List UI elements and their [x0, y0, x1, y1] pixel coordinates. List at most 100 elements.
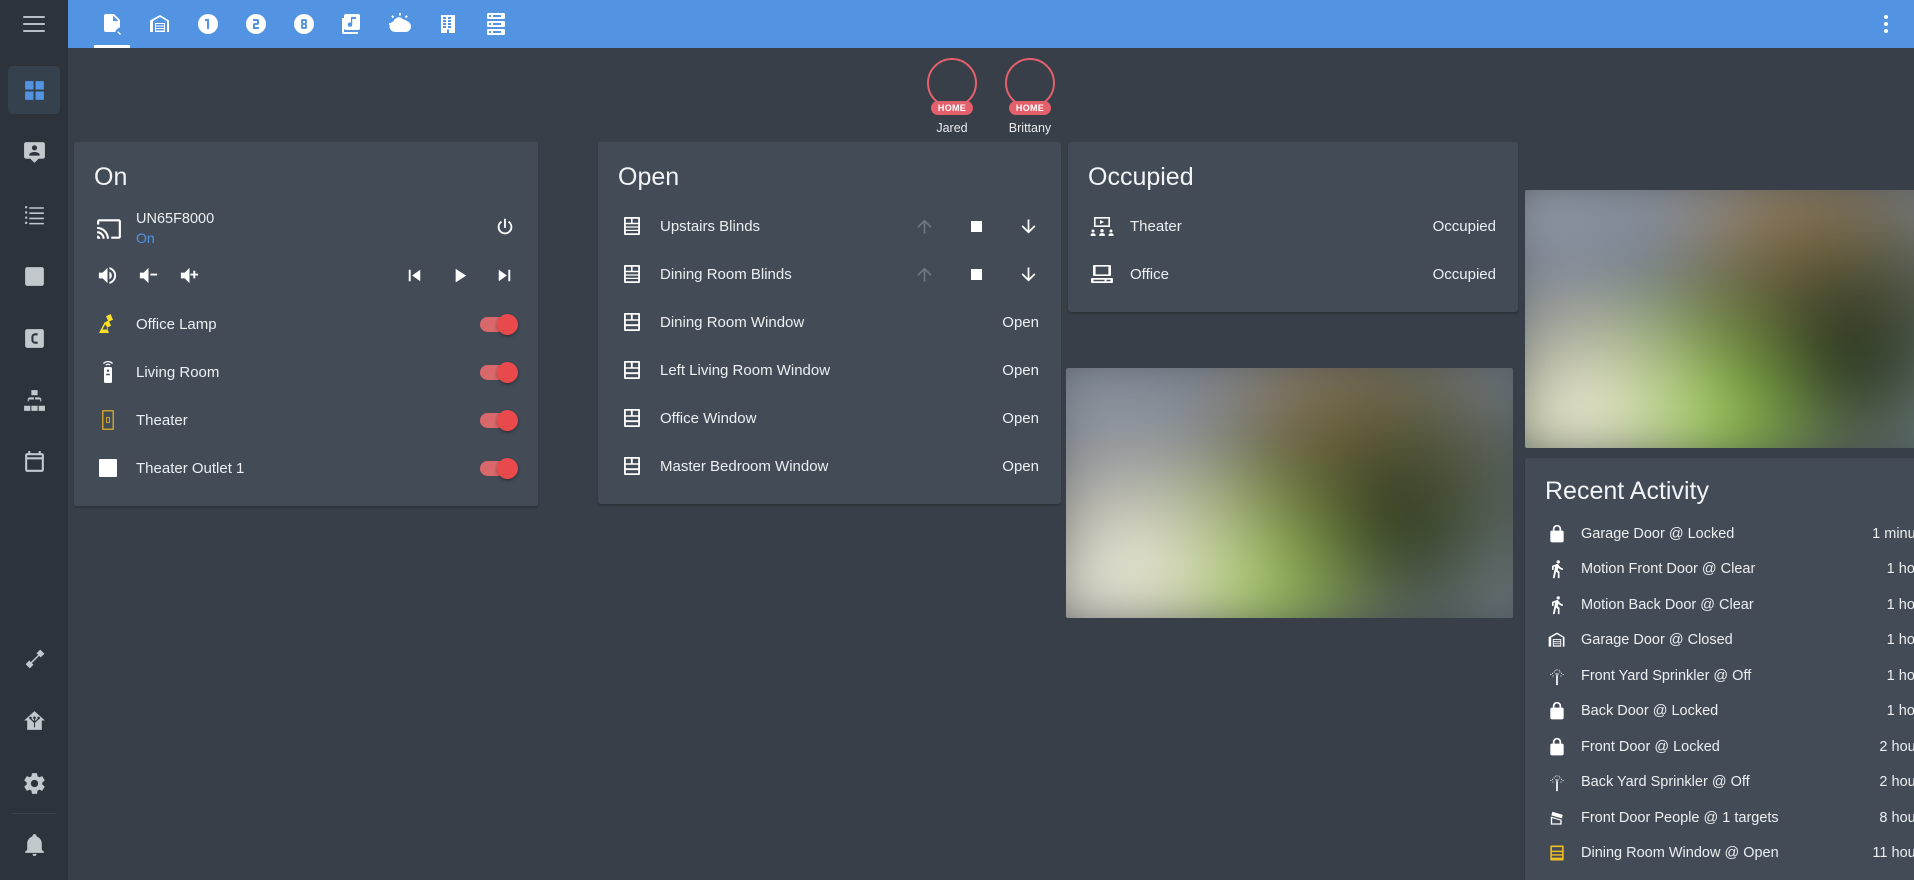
cover-row[interactable]: Upstairs Blinds [598, 202, 1061, 250]
cover-stop-button[interactable] [965, 268, 987, 280]
next-track-button[interactable] [493, 264, 516, 287]
play-button[interactable] [448, 264, 471, 287]
tab-eight[interactable] [280, 0, 328, 48]
volume-up-button[interactable] [178, 264, 201, 287]
list-item[interactable]: Front Yard Sprinkler @ Off 1 hour ago [1525, 658, 1914, 694]
activity-time: 1 hour ago [1886, 596, 1914, 613]
sidebar-item-notifications[interactable] [8, 820, 60, 868]
list-item[interactable]: Back Yard Sprinkler @ Off 2 hours ago [1525, 765, 1914, 801]
remote-control-icon [96, 360, 136, 384]
entity-row[interactable]: Theater Occupied [1068, 202, 1518, 250]
lock-icon [1547, 701, 1581, 721]
tab-weather[interactable] [376, 0, 424, 48]
cover-up-button[interactable] [913, 216, 935, 237]
entity-toggle[interactable] [480, 409, 518, 431]
sidebar-item-calendar[interactable] [8, 438, 60, 486]
hamburger-menu-icon[interactable] [23, 16, 45, 32]
home-assistant-app: HOME Jared HOME Brittany On UN65F8000 On… [0, 0, 1914, 880]
activity-name: Motion Back Door @ Clear [1581, 596, 1754, 613]
list-item[interactable]: Motion Front Door @ Clear 1 hour ago [1525, 552, 1914, 588]
cover-stop-button[interactable] [965, 220, 987, 232]
entity-toggle[interactable] [480, 313, 518, 335]
window-row[interactable]: Dining Room Window Open [598, 298, 1061, 346]
window-row[interactable]: Office Window Open [598, 394, 1061, 442]
power-icon[interactable] [494, 216, 516, 243]
list-item[interactable]: Front Door People @ 1 targets 8 hours ag… [1525, 800, 1914, 836]
cast-icon [96, 216, 136, 242]
activity-name: Front Door @ Locked [1581, 738, 1720, 755]
entity-toggle[interactable] [480, 457, 518, 479]
entity-state: Occupied [1432, 217, 1496, 235]
page-title: Occupied [1088, 163, 1194, 191]
cover-down-button[interactable] [1017, 216, 1039, 237]
activity-time: 1 minute ago [1872, 525, 1914, 542]
cover-down-button[interactable] [1017, 264, 1039, 285]
overflow-menu-button[interactable] [1858, 0, 1914, 48]
entity-row[interactable]: Theater Outlet 1 [74, 444, 538, 492]
entity-row[interactable]: Office Occupied [1068, 250, 1518, 298]
previous-track-button[interactable] [403, 264, 426, 287]
sidebar [0, 48, 68, 880]
cover-row[interactable]: Dining Room Blinds [598, 250, 1061, 298]
entity-toggle[interactable] [480, 361, 518, 383]
list-item[interactable]: Garage Door @ Closed 1 hour ago [1525, 623, 1914, 659]
entity-row[interactable]: Theater [74, 396, 538, 444]
window-row[interactable]: Left Living Room Window Open [598, 346, 1061, 394]
tab-server[interactable] [472, 0, 520, 48]
recent-activity-list: Garage Door @ Locked 1 minute ago Motion… [1525, 516, 1914, 880]
activity-time: 1 hour ago [1886, 667, 1914, 684]
dashboard-main: HOME Jared HOME Brittany On UN65F8000 On… [68, 48, 1914, 880]
sidebar-item-overview[interactable] [8, 66, 60, 114]
card-on-body: UN65F8000 On Office Lamp Living Room The… [74, 196, 538, 506]
tab-garage[interactable] [136, 0, 184, 48]
cover-controls [913, 264, 1039, 285]
entity-name: Living Room [136, 363, 220, 381]
volume-down-button[interactable] [137, 264, 160, 287]
sidebar-item-home-assistant[interactable] [8, 697, 60, 745]
cover-up-button[interactable] [913, 264, 935, 285]
sidebar-item-network[interactable] [8, 376, 60, 424]
tab-building[interactable] [424, 0, 472, 48]
camera-feed-top-right[interactable] [1525, 190, 1914, 448]
tab-one[interactable] [184, 0, 232, 48]
sidebar-item-developer-tools[interactable] [8, 635, 60, 683]
sidebar-item-history[interactable] [8, 252, 60, 300]
tab-media[interactable] [328, 0, 376, 48]
activity-time: 1 hour ago [1886, 632, 1914, 649]
card-recent-activity: Recent Activity Garage Door @ Locked 1 m… [1525, 458, 1914, 880]
tab-two[interactable] [232, 0, 280, 48]
camera-feed-center[interactable] [1066, 368, 1513, 618]
list-item[interactable]: Front Door @ Locked 2 hours ago [1525, 729, 1914, 765]
window-closed-icon [620, 406, 660, 430]
activity-time: 2 hours ago [1879, 774, 1914, 791]
list-item[interactable]: Garage Door @ Locked 1 minute ago [1525, 516, 1914, 552]
window-row[interactable]: Master Bedroom Window Open [598, 442, 1061, 490]
list-item[interactable]: Back Door People @ 1 targets 1 day ago [1525, 871, 1914, 880]
desktop-computer-icon [1090, 262, 1130, 286]
window-name: Office Window [660, 409, 757, 427]
list-item[interactable]: Motion Back Door @ Clear 1 hour ago [1525, 587, 1914, 623]
volume-mute-button[interactable] [96, 264, 119, 287]
list-item[interactable]: Back Door @ Locked 1 hour ago [1525, 694, 1914, 730]
entity-row[interactable]: Office Lamp [74, 300, 538, 348]
card-open: Open Upstairs Blinds Dining Room Blinds … [598, 142, 1061, 504]
sidebar-item-logbook[interactable] [8, 190, 60, 238]
media-player-info: UN65F8000 On [136, 210, 494, 248]
garage-icon [1547, 630, 1581, 650]
activity-name: Back Door @ Locked [1581, 703, 1719, 720]
sprinkler-icon [1547, 772, 1581, 792]
window-closed-icon [620, 358, 660, 382]
tab-overview[interactable] [88, 0, 136, 48]
list-item[interactable]: Dining Room Window @ Open 11 hours ago [1525, 836, 1914, 872]
lock-icon [1547, 737, 1581, 757]
camera-image [1525, 190, 1914, 448]
sidebar-item-c-panel[interactable] [8, 314, 60, 362]
entity-row[interactable]: Living Room [74, 348, 538, 396]
dashboard-tabs [68, 0, 1914, 48]
sidebar-item-settings[interactable] [8, 759, 60, 807]
media-player-state: On [136, 230, 155, 247]
more-vertical-icon [1884, 15, 1888, 33]
sidebar-item-people[interactable] [8, 128, 60, 176]
window-closed-icon [620, 310, 660, 334]
blinds-icon [620, 262, 660, 286]
